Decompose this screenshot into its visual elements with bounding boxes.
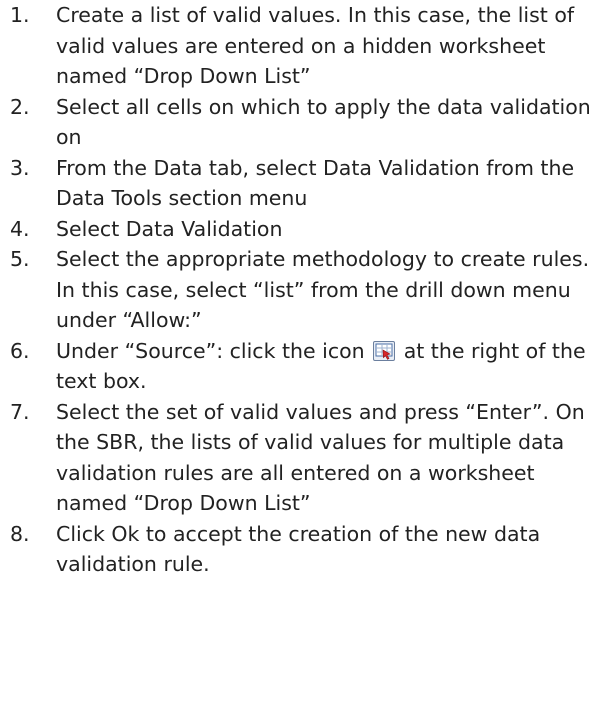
step-5: 5. Select the appropriate methodology to… (0, 244, 609, 336)
step-text: Select Data Validation (56, 216, 283, 241)
step-text: Create a list of valid values. In this c… (56, 3, 575, 88)
step-number: 8. (10, 521, 30, 546)
step-4: 4. Select Data Validation (0, 214, 609, 245)
instructions-document: 1. Create a list of valid values. In thi… (0, 0, 609, 580)
step-number: 7. (10, 399, 30, 424)
step-1: 1. Create a list of valid values. In thi… (0, 0, 609, 92)
steps-list: 1. Create a list of valid values. In thi… (0, 0, 609, 580)
step-number: 4. (10, 216, 30, 241)
step-number: 2. (10, 94, 30, 119)
step-6: 6. Under “Source”: click the icon at the… (0, 336, 609, 397)
step-text: Select the set of valid values and press… (56, 399, 585, 516)
step-text: Select the appropriate methodology to cr… (56, 247, 590, 332)
step-8: 8. Click Ok to accept the creation of th… (0, 519, 609, 580)
step-text: From the Data tab, select Data Validatio… (56, 155, 575, 211)
step-number: 5. (10, 247, 30, 271)
step-3: 3. From the Data tab, select Data Valida… (0, 153, 609, 214)
step-text-before-icon: Under “Source”: click the icon (56, 338, 365, 363)
step-number: 6. (10, 338, 30, 363)
range-selector-icon (373, 339, 396, 361)
step-text: Click Ok to accept the creation of the n… (56, 521, 541, 577)
step-number: 3. (10, 155, 30, 180)
step-7: 7. Select the set of valid values and pr… (0, 397, 609, 519)
step-number: 1. (10, 3, 30, 27)
step-text: Select all cells on which to apply the d… (56, 94, 591, 150)
step-2: 2. Select all cells on which to apply th… (0, 92, 609, 153)
